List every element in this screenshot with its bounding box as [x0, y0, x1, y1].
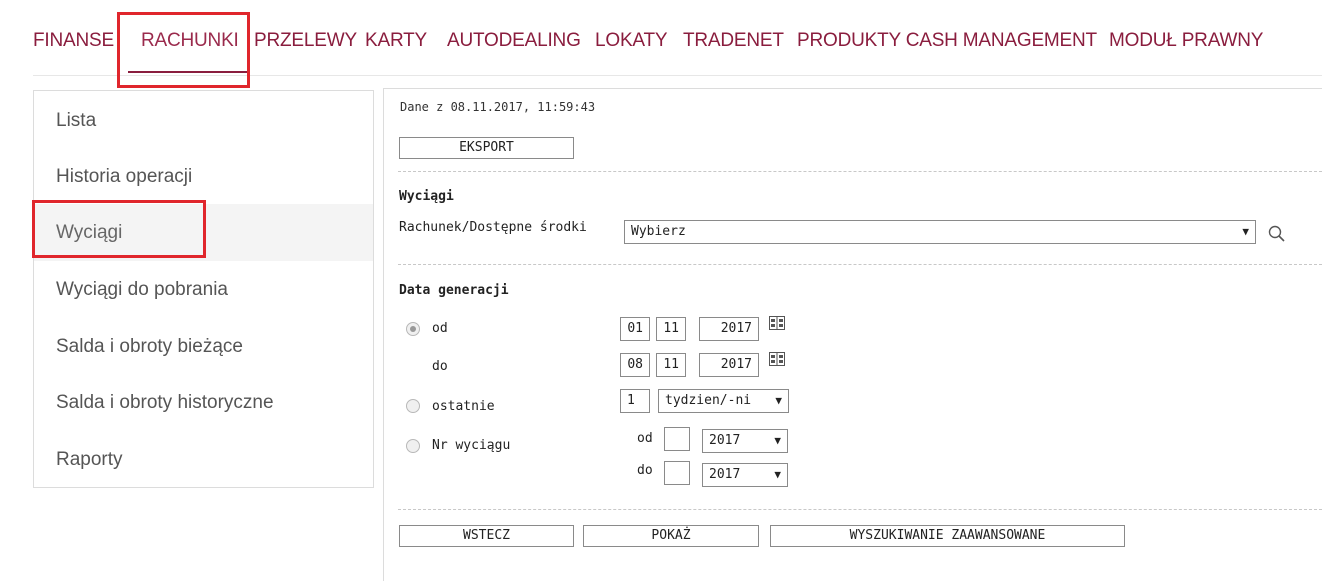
statement-to-label: do: [637, 463, 653, 478]
from-month-input[interactable]: 11: [656, 317, 686, 341]
highlight-box-wyciagi: [32, 200, 206, 258]
chevron-down-icon: ▼: [774, 434, 781, 447]
nav-przelewy[interactable]: PRZELEWY: [254, 30, 357, 52]
statement-to-number-input[interactable]: [664, 461, 690, 485]
account-label: Rachunek/Dostępne środki: [399, 220, 587, 235]
back-button[interactable]: WSTECZ: [399, 525, 574, 547]
to-label: do: [432, 359, 448, 374]
nav-tradenet[interactable]: TRADENET: [683, 30, 784, 52]
calendar-icon[interactable]: [769, 316, 785, 330]
nav-lokaty[interactable]: LOKATY: [595, 30, 668, 52]
nav-modul-prawny[interactable]: MODUŁ PRAWNY: [1109, 30, 1263, 52]
chevron-down-icon: ▼: [1242, 225, 1249, 238]
calendar-icon[interactable]: [769, 352, 785, 366]
sidebar-item-wyciagi-do-pobrania[interactable]: Wyciągi do pobrania: [34, 261, 373, 318]
statements-panel: Dane z 08.11.2017, 11:59:43 EKSPORT Wyci…: [383, 88, 1322, 581]
last-period-unit-select[interactable]: tydzien/-ni ▼: [658, 389, 789, 413]
data-timestamp: Dane z 08.11.2017, 11:59:43: [400, 100, 596, 114]
chevron-down-icon: ▼: [775, 394, 782, 407]
statement-to-year-value: 2017: [709, 467, 741, 482]
chevron-down-icon: ▼: [774, 468, 781, 481]
account-select-value: Wybierz: [631, 224, 686, 239]
to-day-input[interactable]: 08: [620, 353, 650, 377]
section-divider: [398, 171, 1322, 172]
statement-number-radio[interactable]: [406, 439, 420, 453]
from-year-input[interactable]: 2017: [699, 317, 759, 341]
date-range-radio[interactable]: [406, 322, 420, 336]
to-month-input[interactable]: 11: [656, 353, 686, 377]
statements-heading: Wyciągi: [399, 189, 454, 204]
statement-number-label: Nr wyciągu: [432, 438, 511, 453]
account-select[interactable]: Wybierz ▼: [624, 220, 1256, 244]
generation-date-heading: Data generacji: [399, 283, 509, 298]
nav-karty[interactable]: KARTY: [365, 30, 427, 52]
from-day-input[interactable]: 01: [620, 317, 650, 341]
search-icon[interactable]: [1268, 225, 1286, 247]
section-divider: [398, 264, 1322, 265]
last-period-unit-value: tydzien/-ni: [665, 393, 752, 408]
to-year-input[interactable]: 2017: [699, 353, 759, 377]
highlight-box-rachunki: [117, 12, 250, 88]
sidebar-item-salda-i-obroty-biezace[interactable]: Salda i obroty bieżące: [34, 318, 373, 375]
statement-to-year-select[interactable]: 2017 ▼: [702, 463, 788, 487]
advanced-search-button[interactable]: WYSZUKIWANIE ZAAWANSOWANE: [770, 525, 1125, 547]
last-period-radio[interactable]: [406, 399, 420, 413]
statement-from-year-select[interactable]: 2017 ▼: [702, 429, 788, 453]
statement-from-number-input[interactable]: [664, 427, 690, 451]
sidebar-item-raporty[interactable]: Raporty: [34, 431, 373, 488]
statement-from-label: od: [637, 431, 653, 446]
show-button[interactable]: POKAŻ: [583, 525, 759, 547]
sidebar: Lista Historia operacji Wyciągi Wyciągi …: [33, 90, 374, 488]
statement-from-year-value: 2017: [709, 433, 741, 448]
nav-finanse[interactable]: FINANSE: [33, 30, 114, 52]
export-button[interactable]: EKSPORT: [399, 137, 574, 159]
sidebar-item-salda-i-obroty-historyczne[interactable]: Salda i obroty historyczne: [34, 374, 373, 431]
last-period-label: ostatnie: [432, 399, 495, 414]
section-divider: [398, 509, 1322, 510]
nav-autodealing[interactable]: AUTODEALING: [447, 30, 581, 52]
nav-produkty-cash-management[interactable]: PRODUKTY CASH MANAGEMENT: [797, 30, 1097, 52]
sidebar-item-historia-operacji[interactable]: Historia operacji: [34, 148, 373, 205]
sidebar-item-lista[interactable]: Lista: [34, 92, 373, 149]
from-label: od: [432, 321, 448, 336]
last-period-count-input[interactable]: 1: [620, 389, 650, 413]
